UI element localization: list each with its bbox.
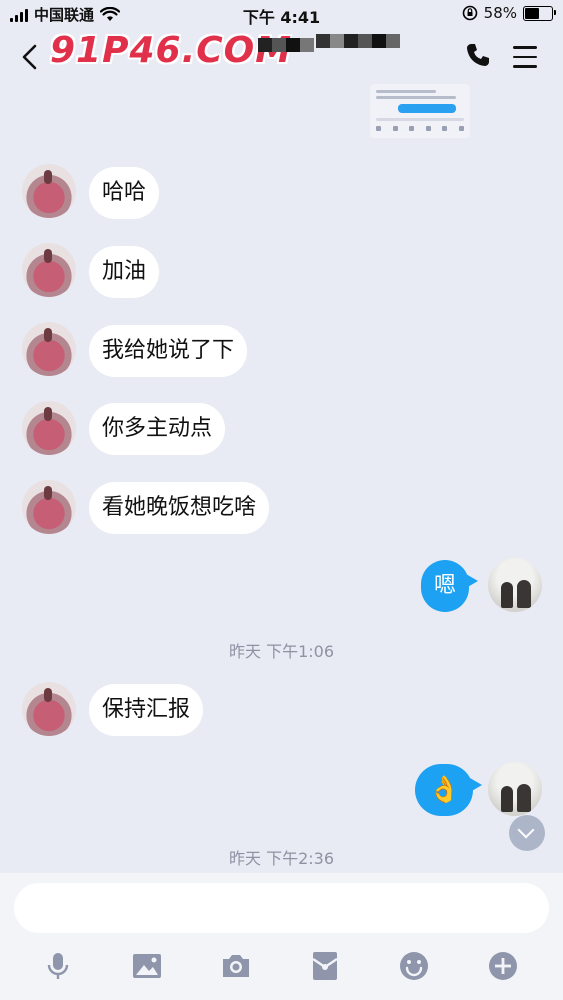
contact-avatar[interactable] — [22, 401, 76, 455]
battery-fill — [525, 7, 540, 19]
watermark-title: 91P46.COM — [50, 30, 293, 71]
contact-avatar[interactable] — [22, 322, 76, 376]
input-area — [0, 873, 563, 1000]
message-bubble[interactable]: 加油 — [89, 246, 160, 298]
camera-icon[interactable] — [219, 949, 253, 983]
plus-icon[interactable] — [486, 949, 520, 983]
phone-icon[interactable] — [465, 42, 491, 68]
red-packet-icon[interactable] — [308, 949, 342, 983]
timestamp: 昨天 下午2:36 — [228, 849, 335, 868]
message-input[interactable] — [14, 883, 549, 933]
censored-name-2 — [316, 34, 400, 48]
menu-icon[interactable] — [513, 46, 537, 75]
emoji-icon[interactable] — [397, 949, 431, 983]
message-bubble[interactable]: 你多主动点 — [89, 403, 226, 455]
message-bubble-mine[interactable]: 👌 — [415, 764, 483, 816]
nav-bar: 91P46.COM — [0, 28, 563, 88]
message-bubble[interactable]: 保持汇报 — [89, 684, 204, 736]
contact-avatar[interactable] — [22, 243, 76, 297]
contact-avatar[interactable] — [22, 682, 76, 736]
input-toolbar — [0, 945, 563, 989]
my-avatar[interactable] — [488, 762, 542, 816]
my-avatar[interactable] — [488, 558, 542, 612]
contact-avatar[interactable] — [22, 480, 76, 534]
battery-percent: 58% — [483, 4, 517, 22]
timestamp: 昨天 下午1:06 — [228, 642, 335, 661]
message-bubble[interactable]: 哈哈 — [89, 167, 160, 219]
battery-icon — [523, 5, 556, 21]
status-right: 58% — [462, 4, 556, 22]
censored-name — [258, 38, 314, 52]
message-bubble[interactable]: 看她晚饭想吃啥 — [89, 482, 270, 534]
status-bar: 中国联通 下午 4:41 58% — [0, 0, 563, 28]
image-message-thumbnail[interactable] — [370, 84, 470, 138]
back-arrow-icon[interactable] — [18, 42, 42, 72]
message-bubble-mine[interactable]: 嗯 — [421, 560, 479, 612]
mic-icon[interactable] — [41, 949, 75, 983]
orientation-lock-icon — [462, 5, 477, 21]
image-icon[interactable] — [130, 949, 164, 983]
contact-avatar[interactable] — [22, 164, 76, 218]
message-bubble[interactable]: 我给她说了下 — [89, 325, 248, 377]
